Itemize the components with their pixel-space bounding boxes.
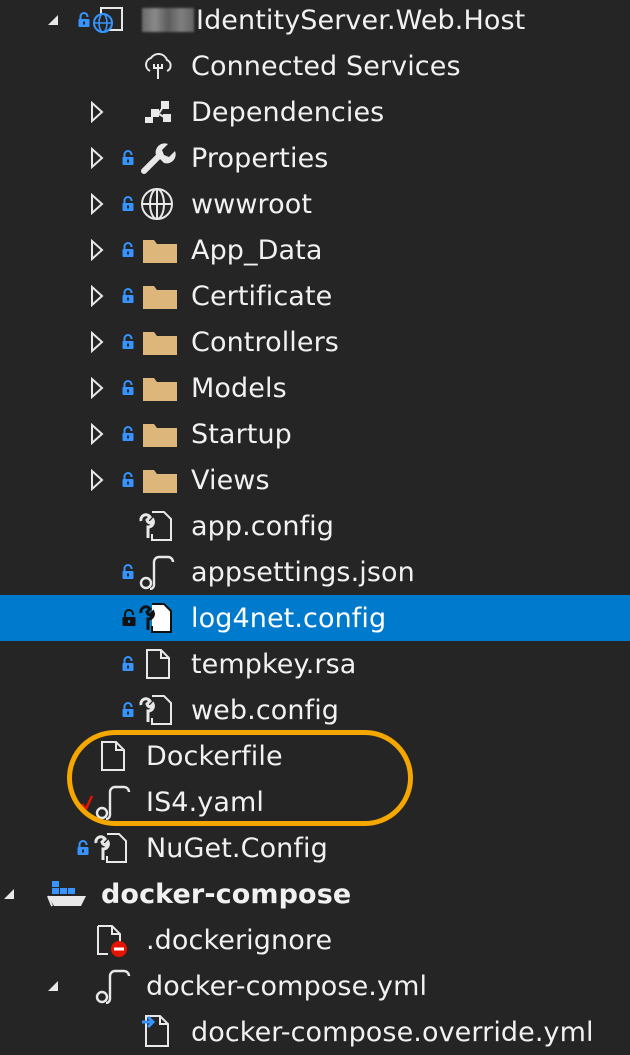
- yaml-file-icon: [94, 779, 132, 825]
- expanded-arrow-icon[interactable]: [46, 0, 60, 43]
- tree-item-label: tempkey.rsa: [191, 648, 357, 680]
- tree-node-controllers[interactable]: Controllers: [0, 319, 630, 365]
- project-name-label: IdentityServer.Web.Host: [142, 0, 525, 43]
- tree-item-label: Dockerfile: [146, 740, 283, 772]
- config-file-icon: [138, 595, 174, 641]
- tree-node-docker-compose[interactable]: docker-compose: [0, 871, 630, 917]
- globe-icon: [140, 181, 174, 227]
- config-file-icon: [93, 825, 129, 871]
- tree-item-label: App_Data: [191, 234, 323, 266]
- excluded-file-icon: [94, 917, 132, 963]
- file-icon: [100, 733, 126, 779]
- solution-explorer-tree: IdentityServer.Web.Host Connected Servic…: [0, 0, 630, 1054]
- lock-icon: [121, 181, 135, 227]
- tree-item-label: Properties: [191, 142, 329, 174]
- tree-item-label: Dependencies: [191, 96, 385, 128]
- collapsed-arrow-icon[interactable]: [90, 181, 104, 227]
- tree-item-label: web.config: [191, 694, 340, 726]
- collapsed-arrow-icon[interactable]: [90, 457, 104, 503]
- lock-icon: [77, 0, 91, 43]
- tree-item-label: Certificate: [191, 280, 333, 312]
- docker-compose-icon: [46, 871, 90, 917]
- globe-project-icon: [92, 0, 124, 43]
- tree-item-label: Startup: [191, 418, 292, 450]
- tree-node-docker-compose-yml[interactable]: docker-compose.yml: [0, 963, 630, 1009]
- folder-icon: [142, 227, 178, 273]
- tree-item-label: IS4.yaml: [146, 786, 264, 818]
- tree-node-appsettings-json[interactable]: appsettings.json: [0, 549, 630, 595]
- tree-item-label: wwwroot: [191, 188, 313, 220]
- collapsed-arrow-icon[interactable]: [90, 89, 104, 135]
- override-file-icon: [140, 1009, 174, 1055]
- pending-add-icon: [81, 795, 94, 812]
- config-file-icon: [138, 503, 174, 549]
- tree-item-label: docker-compose: [101, 878, 352, 910]
- folder-icon: [142, 365, 178, 411]
- lock-icon: [121, 365, 135, 411]
- collapsed-arrow-icon[interactable]: [90, 365, 104, 411]
- tree-item-label: .dockerignore: [146, 924, 333, 956]
- tree-node-tempkey-rsa[interactable]: tempkey.rsa: [0, 641, 630, 687]
- tree-item-label: docker-compose.override.yml: [191, 1016, 594, 1048]
- lock-icon: [121, 641, 135, 687]
- lock-icon: [121, 227, 135, 273]
- lock-icon: [121, 595, 137, 641]
- tree-node-connected-services[interactable]: Connected Services: [0, 43, 630, 89]
- lock-icon: [76, 825, 90, 871]
- tree-node-models[interactable]: Models: [0, 365, 630, 411]
- collapsed-arrow-icon[interactable]: [90, 273, 104, 319]
- lock-icon: [121, 411, 135, 457]
- collapsed-arrow-icon[interactable]: [90, 411, 104, 457]
- expanded-arrow-icon[interactable]: [46, 963, 60, 1009]
- tree-node-is4-yaml[interactable]: IS4.yaml: [0, 779, 630, 825]
- tree-node-identityserver-web-host[interactable]: IdentityServer.Web.Host: [0, 0, 630, 43]
- tree-item-label: log4net.config: [191, 602, 387, 634]
- collapsed-arrow-icon[interactable]: [90, 135, 104, 181]
- tree-item-label: Controllers: [191, 326, 339, 358]
- collapsed-arrow-icon[interactable]: [90, 227, 104, 273]
- json-file-icon: [138, 549, 176, 595]
- tree-node-dockerignore[interactable]: .dockerignore: [0, 917, 630, 963]
- tree-node-startup[interactable]: Startup: [0, 411, 630, 457]
- tree-node-views[interactable]: Views: [0, 457, 630, 503]
- collapsed-arrow-icon[interactable]: [90, 319, 104, 365]
- connected-services-icon: [141, 43, 175, 89]
- tree-node-app-data[interactable]: App_Data: [0, 227, 630, 273]
- tree-item-label: Models: [191, 372, 287, 404]
- lock-icon: [121, 319, 135, 365]
- tree-node-certificate[interactable]: Certificate: [0, 273, 630, 319]
- tree-node-dockerfile[interactable]: Dockerfile: [0, 733, 630, 779]
- tree-item-label: app.config: [191, 510, 335, 542]
- lock-icon: [121, 273, 135, 319]
- tree-node-wwwroot[interactable]: wwwroot: [0, 181, 630, 227]
- folder-icon: [142, 273, 178, 319]
- redacted-prefix: [142, 8, 194, 32]
- expanded-arrow-icon[interactable]: [2, 871, 16, 917]
- folder-icon: [142, 319, 178, 365]
- tree-node-dependencies[interactable]: Dependencies: [0, 89, 630, 135]
- tree-node-app-config[interactable]: app.config: [0, 503, 630, 549]
- tree-node-web-config[interactable]: web.config: [0, 687, 630, 733]
- tree-item-label: NuGet.Config: [146, 832, 328, 864]
- lock-icon: [121, 549, 135, 595]
- lock-icon: [121, 687, 135, 733]
- folder-icon: [142, 411, 178, 457]
- yaml-file-icon: [94, 963, 132, 1009]
- tree-item-label: docker-compose.yml: [146, 970, 428, 1002]
- tree-item-label: appsettings.json: [191, 556, 415, 588]
- tree-item-label: Connected Services: [191, 50, 461, 82]
- lock-icon: [121, 135, 135, 181]
- tree-item-label: Views: [191, 464, 270, 496]
- tree-node-nuget-config[interactable]: NuGet.Config: [0, 825, 630, 871]
- folder-icon: [142, 457, 178, 503]
- tree-node-properties[interactable]: Properties: [0, 135, 630, 181]
- tree-node-docker-compose-override-yml[interactable]: docker-compose.override.yml: [0, 1009, 630, 1055]
- dependencies-icon: [141, 89, 175, 135]
- tree-node-log4net-config[interactable]: log4net.config: [0, 595, 630, 641]
- config-file-icon: [138, 687, 174, 733]
- lock-icon: [121, 457, 135, 503]
- file-icon: [145, 641, 171, 687]
- wrench-icon: [140, 135, 176, 181]
